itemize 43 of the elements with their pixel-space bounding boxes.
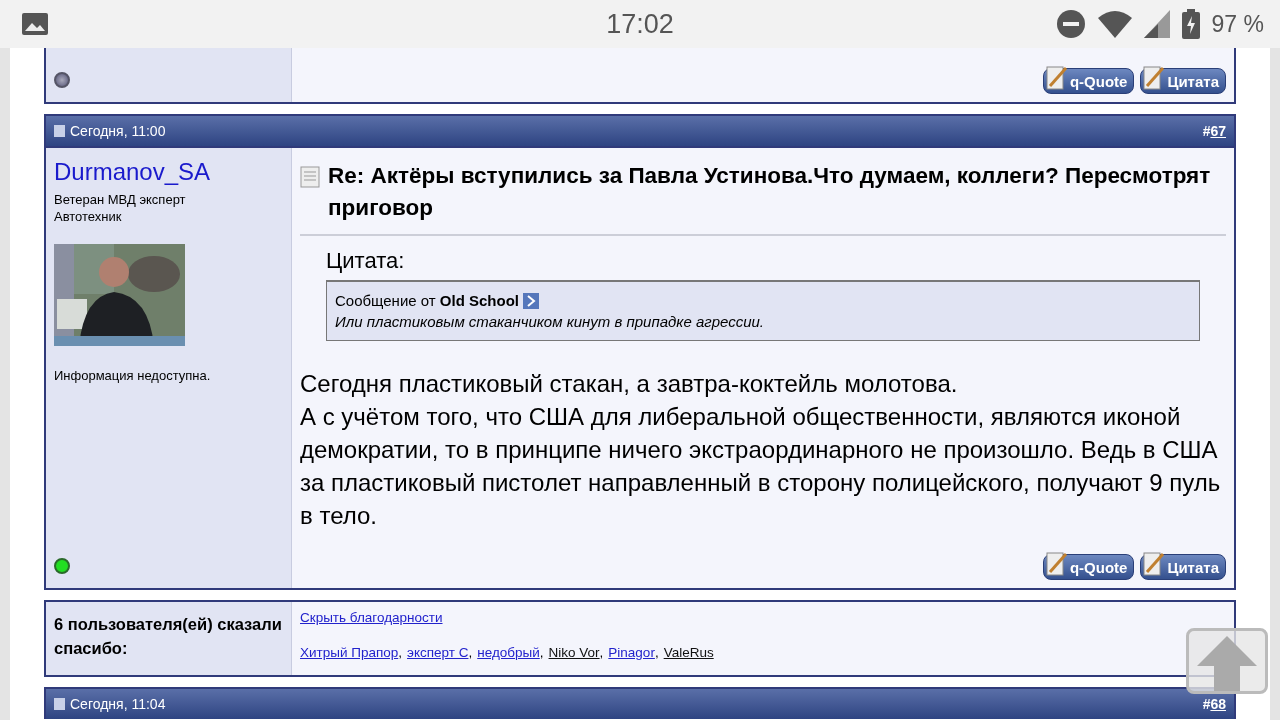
document-icon (300, 166, 320, 188)
quote-button[interactable]: q-Quote (1042, 554, 1135, 580)
thanks-label: 6 пользователя(ей) сказали спасибо: (54, 615, 282, 657)
image-icon (22, 13, 48, 35)
quote-text: Или пластиковым стаканчиком кинут в припадке агрессии. (335, 313, 766, 330)
do-not-disturb-icon (1055, 9, 1086, 39)
quote-button[interactable]: Цитата (1140, 68, 1226, 94)
post-title: Re: Актёры вступились за Павла Устинова.Что думаем, коллеги? Пересмотрят приговор (328, 162, 1212, 222)
document-pen-icon (1143, 552, 1166, 576)
separator: , (398, 645, 403, 660)
signal-icon (1143, 10, 1170, 38)
hide-thanks-link[interactable]: Скрыть благодарности (300, 610, 1226, 625)
post-number: #67 (1202, 123, 1226, 139)
post-number: #68 (1202, 696, 1226, 712)
separator: , (654, 645, 659, 660)
quote-author: Сообщение от Old School (335, 292, 520, 309)
quote-button[interactable]: Цитата (1140, 554, 1226, 580)
quote-button[interactable]: q-Quote (1042, 68, 1135, 94)
author-link[interactable]: Durmanov_SA (54, 158, 283, 186)
post-text: А с учётом того, что США для либеральной общественности, являются иконой демократии, то в принципе ничего экстраординарного не произошло. Ведь в США за пластиковый пистолет направленный в сторону полицейского, получают 9 пуль в тело. (300, 402, 1222, 531)
document-pen-icon (1045, 552, 1068, 576)
battery-icon (1181, 9, 1200, 39)
user-link[interactable]: Pinagor (608, 645, 655, 660)
user-link[interactable]: недобрый (477, 645, 540, 660)
user-link[interactable]: ValeRus (663, 645, 714, 660)
document-pen-icon (1045, 66, 1068, 90)
post-icon (54, 698, 65, 710)
post-text: Сегодня пластиковый стакан, а завтра-коктейль молотова. (300, 369, 959, 399)
post-date: Сегодня, 11:04 (70, 696, 166, 712)
quote-label: Цитата: (326, 248, 406, 274)
user-title: Ветеран МВД эксперт (54, 192, 187, 207)
post-icon (54, 125, 65, 137)
separator: , (539, 645, 544, 660)
user-link[interactable]: Niko Vor (548, 645, 600, 660)
wifi-icon (1097, 10, 1132, 38)
post-date: Сегодня, 11:00 (70, 123, 166, 139)
document-pen-icon (1143, 66, 1166, 90)
separator: , (599, 645, 604, 660)
user-title: Автотехник (54, 209, 123, 224)
battery-level: 97 % (1211, 10, 1264, 38)
separator: , (468, 645, 473, 660)
clock: 17:02 (606, 8, 674, 40)
user-info: Информация недоступна. (54, 368, 212, 383)
